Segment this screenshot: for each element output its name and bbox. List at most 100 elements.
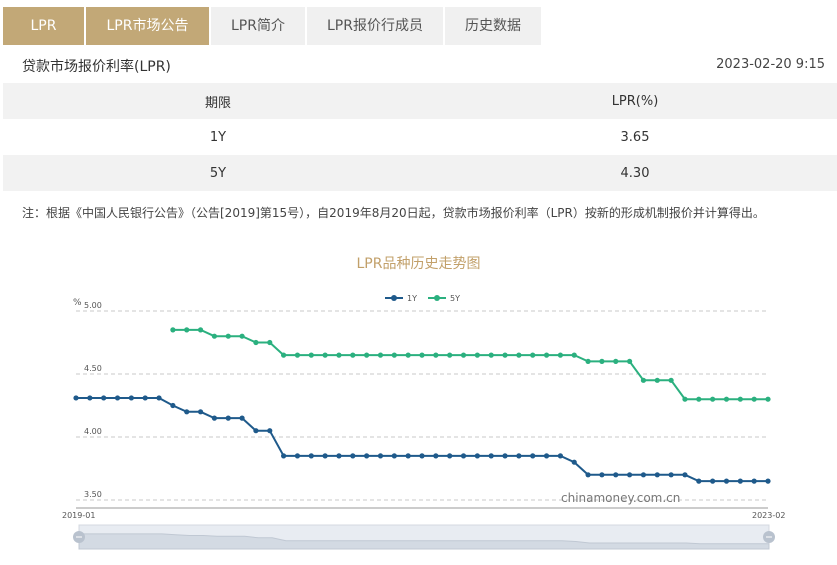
legend-label[interactable]: 5Y — [450, 294, 460, 303]
data-point-1y — [364, 453, 370, 459]
data-point-1y — [225, 415, 231, 421]
data-point-1y — [405, 453, 411, 459]
series-line-1y — [76, 396, 768, 483]
data-point-5y — [654, 377, 660, 383]
data-point-1y — [571, 459, 577, 465]
data-point-5y — [294, 352, 301, 358]
data-point-5y — [267, 339, 273, 346]
data-point-1y — [474, 453, 480, 459]
data-point-5y — [571, 352, 577, 358]
data-point-5y — [543, 352, 550, 358]
data-point-1y — [460, 453, 467, 459]
y-tick-label: 5.00 — [84, 301, 102, 310]
data-point-1y — [668, 472, 674, 478]
data-point-5y — [585, 358, 591, 364]
legend-marker[interactable] — [434, 295, 440, 301]
data-point-5y — [211, 333, 217, 339]
data-point-1y — [682, 472, 688, 478]
legend-marker[interactable] — [391, 295, 397, 301]
data-point-1y — [350, 453, 356, 459]
data-point-1y — [267, 428, 273, 434]
data-point-5y — [377, 352, 384, 358]
data-point-5y — [225, 333, 231, 339]
data-point-1y — [322, 453, 328, 459]
data-point-5y — [419, 352, 425, 358]
data-point-1y — [114, 395, 121, 401]
data-point-5y — [613, 358, 619, 364]
data-point-5y — [710, 396, 716, 402]
data-point-5y — [391, 352, 397, 358]
data-point-1y — [101, 395, 107, 401]
data-point-1y — [281, 453, 287, 459]
data-point-5y — [197, 327, 204, 333]
data-point-1y — [627, 472, 633, 478]
legend-label[interactable]: 1Y — [407, 294, 417, 303]
data-point-1y — [87, 395, 93, 401]
data-point-5y — [516, 352, 522, 358]
data-point-1y — [640, 472, 647, 478]
data-point-1y — [156, 395, 162, 401]
x-range-start-label: 2019-01 — [62, 511, 95, 520]
data-point-1y — [530, 453, 536, 459]
y-tick-label: 3.50 — [84, 490, 102, 499]
data-point-1y — [599, 472, 605, 478]
watermark-text: chinamoney.com.cn — [561, 491, 680, 505]
data-point-5y — [723, 396, 730, 402]
data-point-1y — [253, 428, 259, 434]
data-point-1y — [488, 453, 494, 459]
data-point-1y — [391, 453, 397, 459]
data-point-5y — [253, 339, 259, 346]
y-tick-label: 4.50 — [84, 364, 102, 373]
data-point-1y — [543, 453, 550, 459]
data-point-1y — [128, 395, 134, 401]
data-point-5y — [239, 333, 245, 339]
data-point-1y — [336, 453, 342, 459]
data-point-5y — [599, 358, 605, 364]
data-point-5y — [281, 352, 287, 358]
data-point-5y — [502, 352, 508, 358]
data-point-5y — [530, 352, 536, 358]
lpr-history-chart: 5.00 4.50 4.00 3.50% 2019-01 2023-02 chinamone… — [62, 294, 785, 550]
data-point-5y — [737, 396, 743, 402]
data-point-1y — [654, 472, 660, 478]
data-point-1y — [308, 453, 314, 459]
data-point-5y — [765, 396, 771, 402]
data-point-1y — [765, 478, 771, 484]
data-point-1y — [737, 478, 743, 484]
data-point-1y — [751, 478, 757, 484]
data-point-1y — [211, 415, 217, 421]
data-point-1y — [294, 453, 301, 459]
data-point-1y — [184, 409, 190, 415]
data-point-5y — [640, 377, 647, 383]
data-point-5y — [184, 327, 190, 333]
data-point-1y — [239, 415, 245, 421]
data-point-1y — [377, 453, 384, 459]
data-point-5y — [308, 352, 314, 358]
data-point-5y — [682, 396, 688, 402]
data-point-1y — [447, 453, 453, 459]
data-point-1y — [170, 402, 176, 409]
data-point-1y — [142, 395, 148, 401]
data-point-5y — [350, 352, 356, 358]
series-line-5y — [172, 328, 768, 401]
data-point-1y — [585, 472, 591, 478]
data-point-5y — [322, 352, 328, 358]
data-point-5y — [557, 352, 564, 358]
data-point-1y — [73, 395, 79, 401]
data-point-5y — [170, 327, 176, 333]
data-point-1y — [696, 478, 702, 484]
data-point-5y — [447, 352, 453, 358]
data-point-1y — [710, 478, 716, 484]
y-unit-label: % — [73, 298, 82, 308]
data-point-1y — [613, 472, 619, 478]
data-point-5y — [696, 396, 702, 402]
data-point-1y — [502, 453, 508, 459]
data-point-1y — [516, 453, 522, 459]
data-point-5y — [460, 352, 467, 358]
data-point-5y — [627, 358, 633, 364]
data-point-1y — [197, 409, 204, 415]
data-point-1y — [723, 478, 730, 484]
data-point-5y — [405, 352, 411, 358]
data-point-5y — [668, 377, 674, 383]
data-point-5y — [474, 352, 480, 358]
